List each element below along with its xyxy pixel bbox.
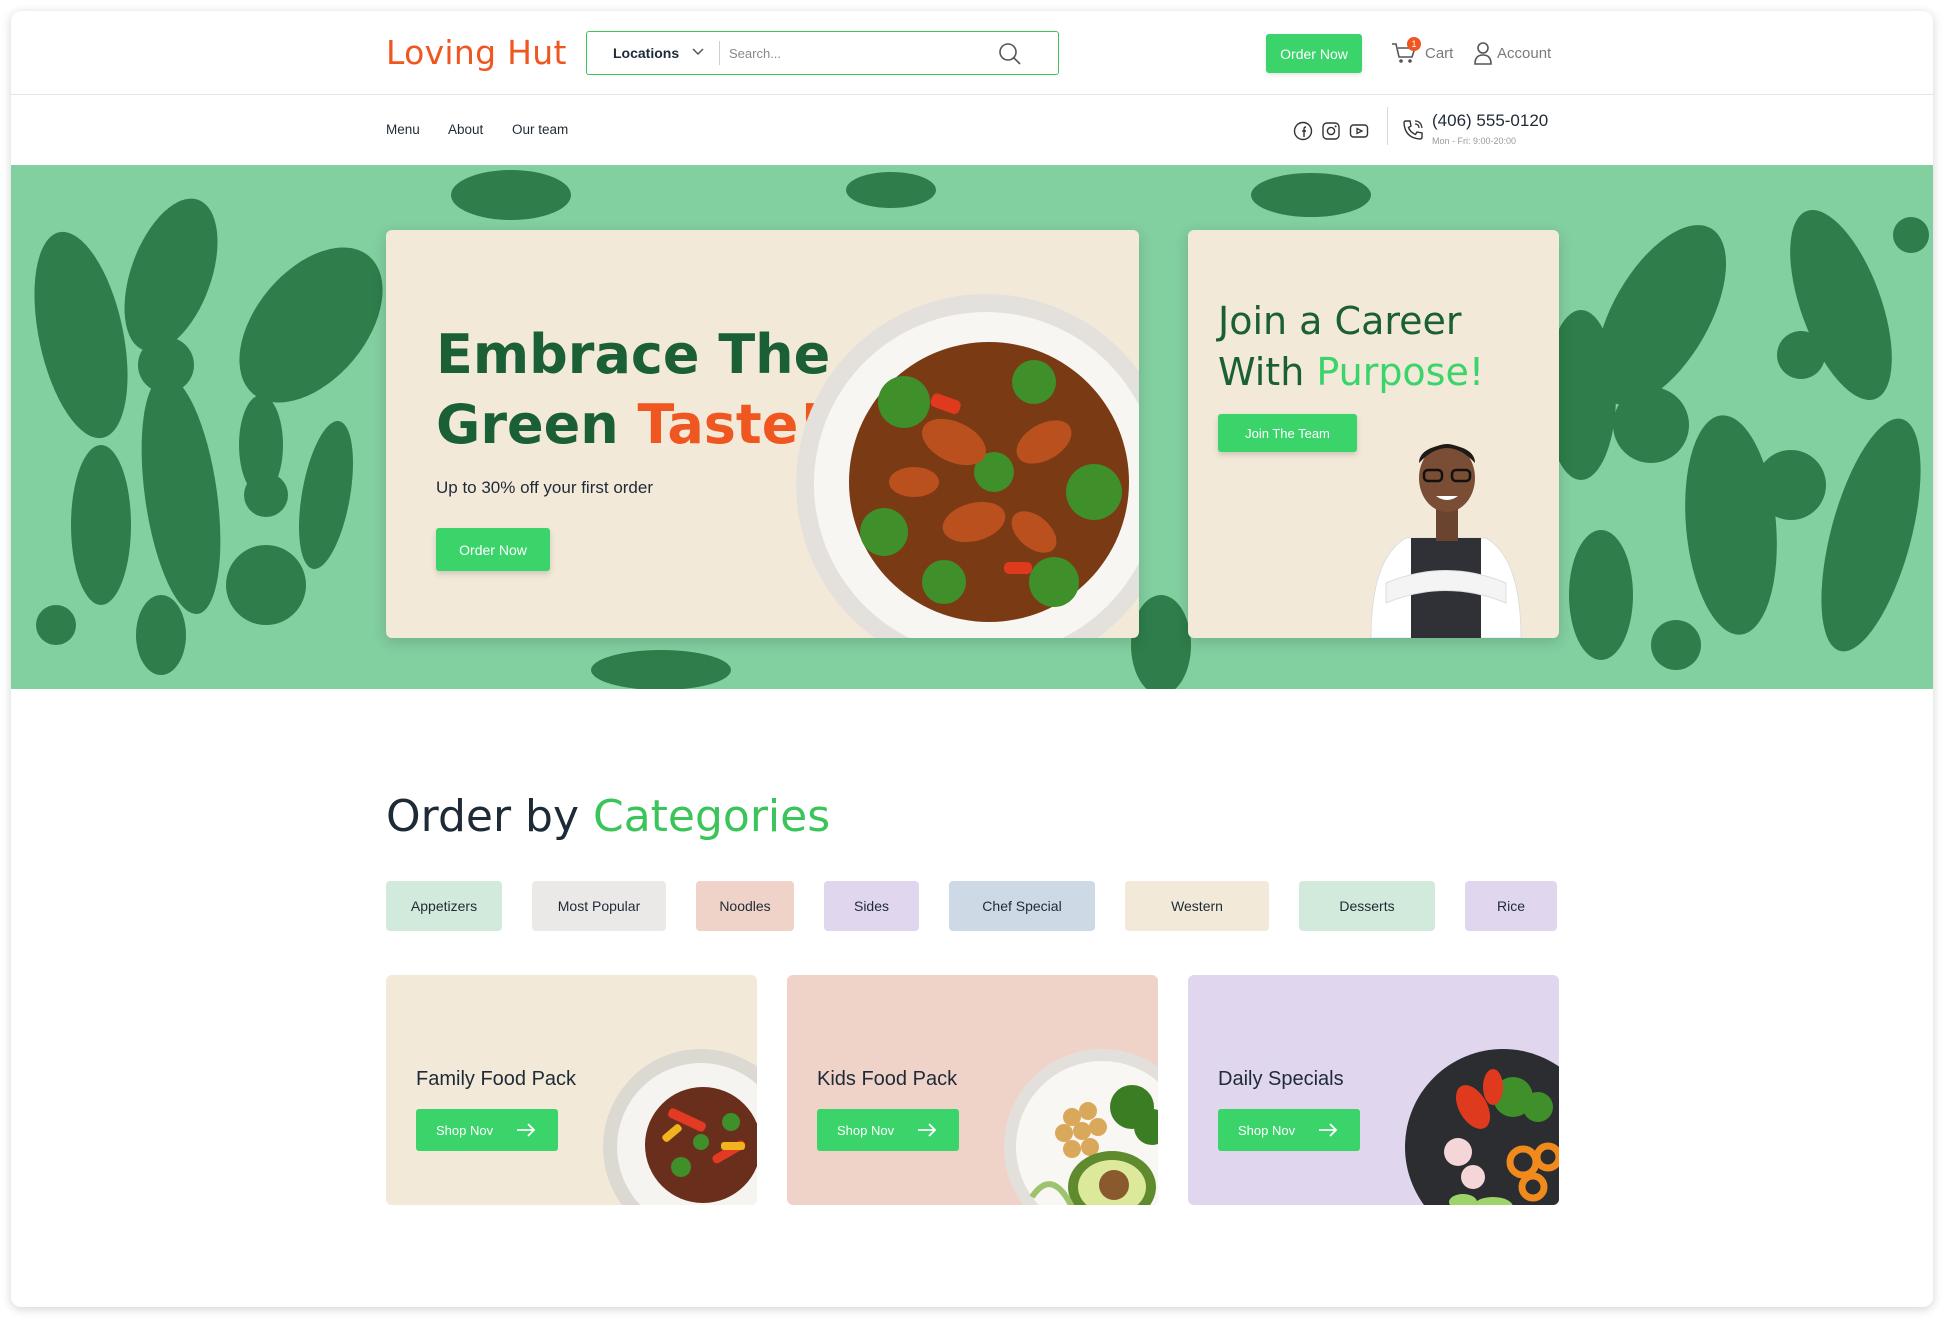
- category-chip-chef-special[interactable]: Chef Special: [949, 881, 1095, 931]
- promo-order-now-button[interactable]: Order Now: [436, 528, 550, 571]
- logo[interactable]: Loving Hut: [386, 33, 567, 72]
- account-button[interactable]: Account: [1473, 37, 1583, 67]
- shop-now-button[interactable]: Shop Nov: [416, 1109, 558, 1151]
- secondary-nav: Menu About Our team (406) 555-0120 Mon -…: [11, 95, 1933, 165]
- category-chip-sides[interactable]: Sides: [824, 881, 919, 931]
- card-title: Kids Food Pack: [817, 1068, 958, 1090]
- arrow-right-icon: [517, 1123, 536, 1137]
- nav-item-menu[interactable]: Menu: [386, 122, 420, 137]
- category-chip-rice[interactable]: Rice: [1465, 881, 1557, 931]
- family-food-pack-image: [603, 1049, 757, 1205]
- food-bowl-image: [796, 294, 1139, 638]
- food-card-daily-specials[interactable]: Daily Specials Shop Nov: [1188, 975, 1559, 1205]
- category-chip-appetizers[interactable]: Appetizers: [386, 881, 502, 931]
- phone-icon: [1403, 120, 1423, 140]
- career-title: Join a Career With Purpose!: [1218, 299, 1485, 394]
- cart-label: Cart: [1425, 45, 1454, 62]
- cart-button[interactable]: 1 Cart: [1391, 37, 1461, 67]
- daily-specials-image: [1405, 1049, 1559, 1205]
- browser-frame: Loving Hut Locations Order Now 1 Cart Ac…: [11, 11, 1933, 1307]
- search-input[interactable]: [729, 40, 989, 66]
- user-icon: [1474, 42, 1492, 65]
- food-card-kids-pack[interactable]: Kids Food Pack Shop Nov: [787, 975, 1158, 1205]
- search-icon[interactable]: [997, 41, 1023, 67]
- categories-heading: Order by Categories: [386, 791, 831, 842]
- category-chip-desserts[interactable]: Desserts: [1299, 881, 1435, 931]
- category-chip-most-popular[interactable]: Most Popular: [532, 881, 666, 931]
- shop-now-button[interactable]: Shop Nov: [1218, 1109, 1360, 1151]
- instagram-icon[interactable]: [1321, 121, 1341, 141]
- kids-food-pack-image: [1004, 1049, 1158, 1205]
- top-header: Loving Hut Locations Order Now 1 Cart Ac…: [11, 11, 1933, 95]
- divider: [719, 41, 720, 65]
- phone-number[interactable]: (406) 555-0120: [1432, 111, 1548, 131]
- join-the-team-button[interactable]: Join The Team: [1218, 414, 1357, 452]
- divider: [1387, 107, 1388, 145]
- arrow-right-icon: [918, 1123, 937, 1137]
- career-card: Join a Career With Purpose! Join The Tea…: [1188, 230, 1559, 638]
- opening-hours: Mon - Fri: 9:00-20:00: [1432, 136, 1517, 146]
- promo-subtitle: Up to 30% off your first order: [436, 478, 654, 497]
- arrow-right-icon: [1319, 1123, 1338, 1137]
- chef-photo: [1370, 444, 1522, 638]
- food-card-family-pack[interactable]: Family Food Pack Shop Nov: [386, 975, 757, 1205]
- chevron-down-icon[interactable]: [691, 44, 705, 58]
- category-chip-noodles[interactable]: Noodles: [696, 881, 794, 931]
- nav-item-our-team[interactable]: Our team: [512, 122, 568, 137]
- nav-item-about[interactable]: About: [448, 122, 483, 137]
- promo-card: Embrace The Green Taste! Up to 30% off y…: [386, 230, 1139, 638]
- facebook-icon[interactable]: [1293, 121, 1313, 141]
- account-label: Account: [1497, 45, 1552, 62]
- hero-banner: Embrace The Green Taste! Up to 30% off y…: [11, 165, 1933, 689]
- card-title: Family Food Pack: [416, 1068, 577, 1090]
- cart-count-badge: 1: [1407, 37, 1421, 51]
- promo-title: Embrace The Green Taste!: [436, 323, 831, 456]
- search-bar: Locations: [586, 31, 1059, 75]
- shop-now-button[interactable]: Shop Nov: [817, 1109, 959, 1151]
- card-title: Daily Specials: [1218, 1068, 1344, 1090]
- category-chip-western[interactable]: Western: [1125, 881, 1269, 931]
- youtube-icon[interactable]: [1349, 121, 1369, 141]
- order-now-button[interactable]: Order Now: [1266, 34, 1362, 73]
- locations-dropdown[interactable]: Locations: [613, 45, 679, 61]
